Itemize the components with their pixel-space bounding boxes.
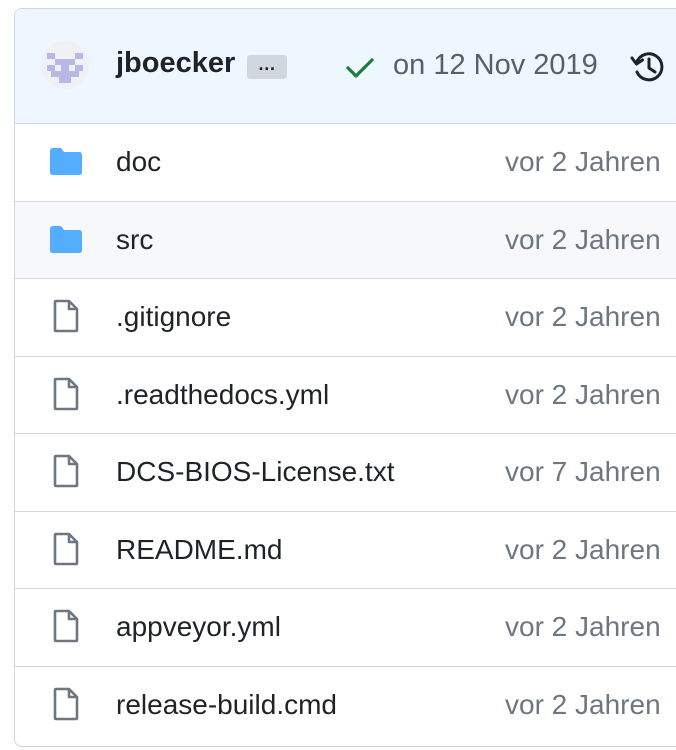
file-list: doc vor 2 Jahren src vor 2 Jahren .gitignore… [15, 124, 676, 743]
last-modified[interactable]: vor 2 Jahren [505, 534, 661, 566]
folder-name-link[interactable]: doc [116, 146, 161, 178]
last-modified[interactable]: vor 2 Jahren [505, 224, 661, 256]
last-modified[interactable]: vor 2 Jahren [505, 301, 661, 333]
commit-date[interactable]: on 12 Nov 2019 [393, 49, 598, 82]
file-icon [48, 453, 84, 489]
folder-icon [48, 221, 84, 257]
folder-name-link[interactable]: src [116, 224, 153, 256]
file-row[interactable]: doc vor 2 Jahren [15, 124, 676, 202]
file-name-link[interactable]: .readthedocs.yml [116, 379, 329, 411]
commit-author-link[interactable]: jboecker [116, 47, 235, 80]
file-icon [48, 608, 84, 644]
file-row[interactable]: DCS-BIOS-License.txt vor 7 Jahren [15, 434, 676, 512]
file-name-link[interactable]: appveyor.yml [116, 611, 281, 643]
commit-message-expand-button[interactable]: … [247, 55, 287, 79]
check-icon[interactable] [345, 55, 375, 81]
last-modified[interactable]: vor 2 Jahren [505, 611, 661, 643]
file-row[interactable]: release-build.cmd vor 2 Jahren [15, 667, 676, 744]
file-row[interactable]: appveyor.yml vor 2 Jahren [15, 589, 676, 667]
file-browser: jboecker … on 12 Nov 2019 doc vor 2 Jahre… [14, 8, 676, 747]
file-icon [48, 686, 84, 722]
avatar[interactable] [41, 41, 89, 89]
last-modified[interactable]: vor 2 Jahren [505, 379, 661, 411]
latest-commit-bar: jboecker … on 12 Nov 2019 [15, 9, 676, 124]
last-modified[interactable]: vor 2 Jahren [505, 689, 661, 721]
file-name-link[interactable]: release-build.cmd [116, 689, 337, 721]
file-icon [48, 298, 84, 334]
file-name-link[interactable]: .gitignore [116, 301, 231, 333]
file-row[interactable]: .readthedocs.yml vor 2 Jahren [15, 357, 676, 434]
file-row[interactable]: README.md vor 2 Jahren [15, 512, 676, 589]
file-icon [48, 376, 84, 412]
history-icon[interactable] [630, 49, 666, 85]
file-row[interactable]: .gitignore vor 2 Jahren [15, 279, 676, 357]
file-row[interactable]: src vor 2 Jahren [15, 201, 676, 279]
file-name-link[interactable]: README.md [116, 534, 282, 566]
file-icon [48, 531, 84, 567]
last-modified[interactable]: vor 2 Jahren [505, 146, 661, 178]
folder-icon [48, 143, 84, 179]
file-name-link[interactable]: DCS-BIOS-License.txt [116, 456, 395, 488]
last-modified[interactable]: vor 7 Jahren [505, 456, 661, 488]
